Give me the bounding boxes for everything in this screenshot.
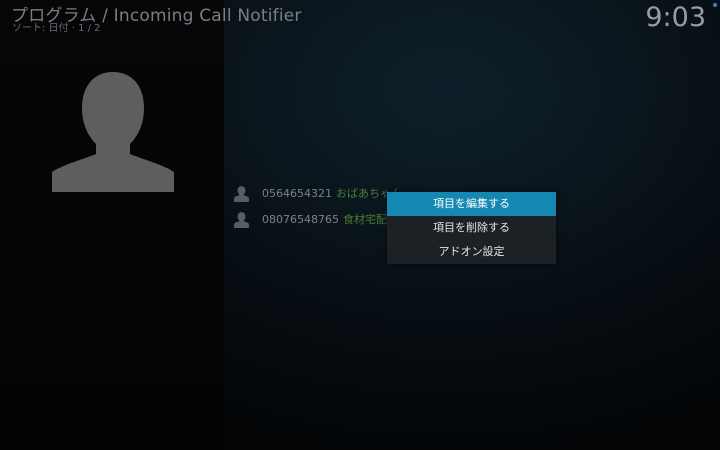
left-detail-panel (0, 0, 224, 450)
person-icon (234, 211, 249, 228)
clock: 9:03 (645, 2, 706, 33)
menu-item-delete[interactable]: 項目を削除する (387, 216, 556, 240)
sort-info: ソート: 日付 · 1 / 2 (12, 23, 101, 34)
caller-label: 食材宅配 (342, 213, 387, 226)
person-silhouette-icon (52, 72, 174, 192)
caller-number: 0564654321 (262, 186, 332, 200)
kodi-screen: プログラム / Incoming Call Notifier ソート: 日付 ·… (0, 0, 720, 450)
menu-item-addon-settings[interactable]: アドオン設定 (387, 240, 556, 264)
person-icon (234, 185, 249, 202)
caller-number: 08076548765 (262, 212, 339, 226)
context-menu: 項目を編集する 項目を削除する アドオン設定 (387, 192, 556, 264)
menu-item-edit[interactable]: 項目を編集する (387, 192, 556, 216)
status-dot (713, 3, 717, 7)
